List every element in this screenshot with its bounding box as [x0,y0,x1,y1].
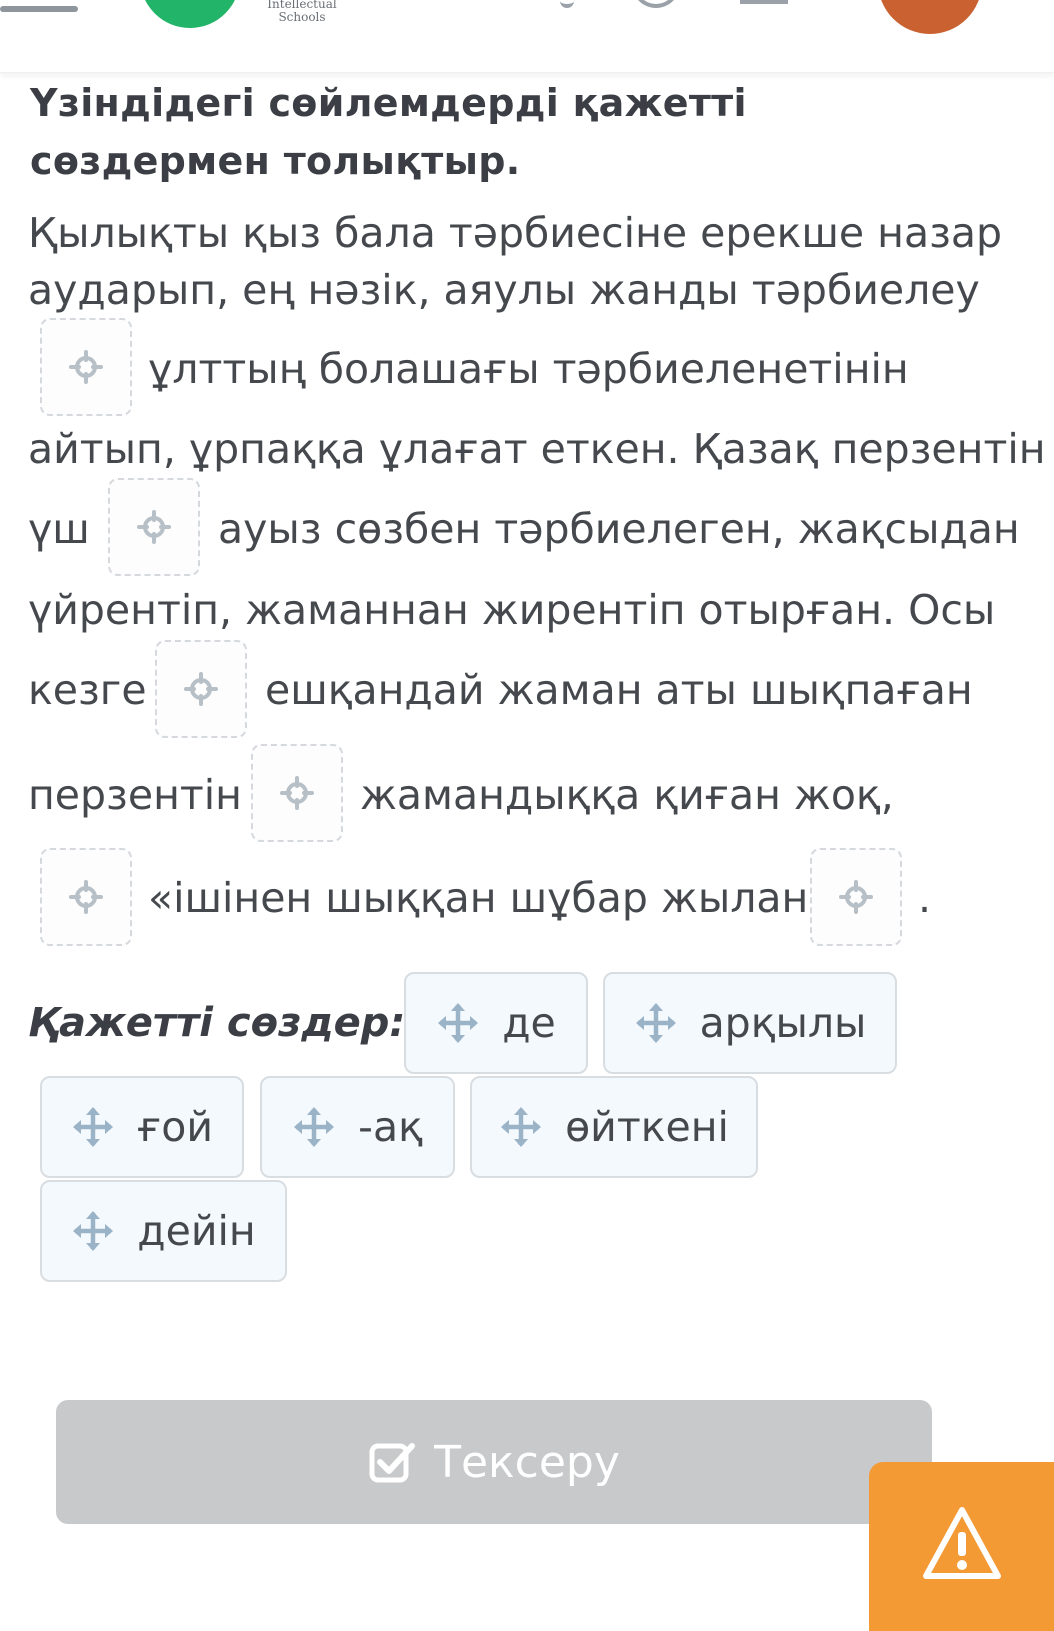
passage-line-7a: кезге [28,666,147,714]
drop-slot-1[interactable] [40,318,132,416]
word-chip-label: арқылы [699,999,867,1047]
word-chip-arkyly[interactable]: арқылы [603,972,897,1074]
passage-line-4: айтып, ұрпаққа ұлағат еткен. Қазақ перзе… [28,425,1046,473]
word-chip-goi[interactable]: ғой [40,1076,244,1178]
word-chip-label: ғой [137,1103,213,1151]
word-chip-oitkeni[interactable]: өйткені [470,1076,758,1178]
word-chip-label: дейін [137,1207,256,1255]
word-chip-deiin[interactable]: дейін [40,1180,287,1282]
warning-icon [922,1507,1001,1579]
passage-line-8b: жамандыққа қиған жоқ, [360,771,894,819]
drop-slot-4[interactable] [251,744,343,842]
move-icon [635,1003,676,1043]
passage-line-1: Қылықты қыз бала тәрбиесіне ерекше назар [28,209,1003,257]
move-icon [501,1107,542,1147]
passage-line-3: ұлттың болашағы тәрбиеленетінін [148,345,909,393]
drop-slot-3[interactable] [155,640,247,738]
move-icon [73,1211,114,1251]
report-problem-button[interactable] [869,1462,1054,1631]
passage-line-5b: ауыз сөзбен тәрбиелеген, жақсыдан [218,505,1020,553]
passage-line-9: «ішінен шыққан шұбар жылан» [148,874,834,922]
drop-slot-5[interactable] [40,848,132,946]
passage-line-8a: перзентін [28,771,242,819]
target-icon [69,880,103,914]
word-chip-de[interactable]: де [404,972,588,1074]
target-icon [839,880,873,914]
passage-line-2: аударып, ең нәзік, аяулы жанды тәрбиелеу [28,266,980,314]
target-icon [69,350,103,384]
move-icon [438,1003,479,1043]
passage-line-6: үйрентіп, жаманнан жирентіп отырған. Осы [28,586,996,634]
word-chip-ak[interactable]: -ақ [260,1076,455,1178]
words-label: Қажетті сөздер: [28,1000,406,1046]
check-button-label: Тексеру [434,1436,620,1488]
word-chip-label: өйткені [565,1103,729,1151]
drop-slot-6[interactable] [810,848,902,946]
passage-line-5a: үш [28,505,90,553]
target-icon [184,672,218,706]
passage-line-9-end: . [918,874,932,922]
target-icon [280,776,314,810]
check-button[interactable]: Тексеру [56,1400,932,1524]
checkbox-icon [369,1443,416,1483]
passage: Қылықты қыз бала тәрбиесіне ерекше назар… [0,0,1054,1000]
word-chip-label: де [502,999,556,1047]
drop-slot-2[interactable] [108,478,200,576]
passage-line-7b: ешқандай жаман аты шықпаған [265,666,973,714]
move-icon [294,1107,335,1147]
target-icon [137,510,171,544]
move-icon [73,1107,114,1147]
word-chip-label: -ақ [358,1103,423,1151]
